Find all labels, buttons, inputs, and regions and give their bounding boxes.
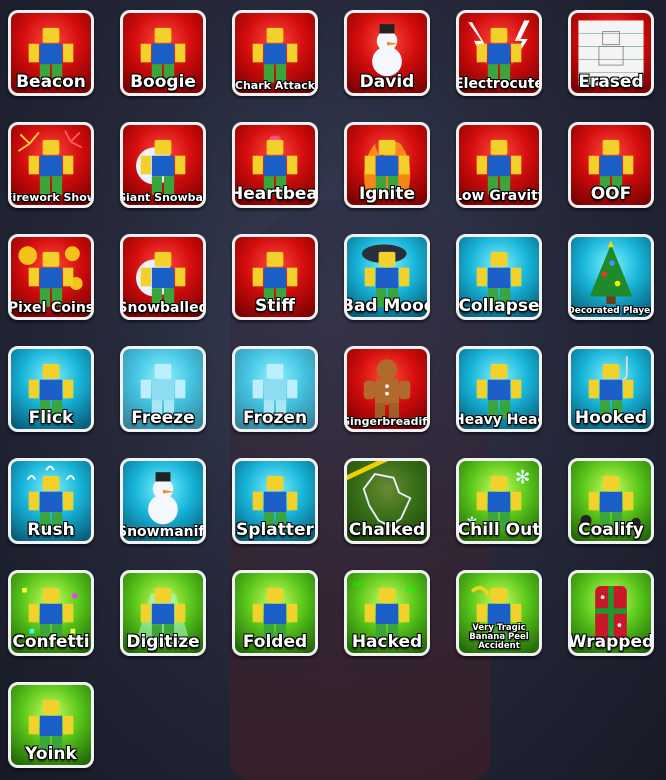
emote-label: Snowmanify: [120, 524, 205, 541]
emote-label: Giant Snowball: [120, 191, 206, 205]
emote-tile-beacon[interactable]: Beacon: [8, 10, 94, 96]
emote-label: Electrocute: [456, 76, 542, 93]
emote-label: Frozen: [242, 408, 308, 429]
emote-tile-firework-show[interactable]: Firework Show: [8, 122, 94, 208]
emote-label: David: [359, 72, 415, 93]
emote-tile-coalify[interactable]: Coalify: [568, 458, 654, 544]
emote-label: Ignite: [358, 184, 416, 205]
emote-tile-chalked[interactable]: Chalked: [344, 458, 430, 544]
emote-tile-pixel-coins[interactable]: Pixel Coins: [8, 234, 94, 320]
emote-label: Hooked: [574, 408, 648, 429]
emote-tile-bad-mood[interactable]: Bad Mood: [344, 234, 430, 320]
emote-tile-folded[interactable]: Folded: [232, 570, 318, 656]
emote-label: Low Gravity: [456, 188, 542, 205]
emote-label: Hacked: [351, 632, 423, 653]
emote-tile-chill-out[interactable]: ✻ ✻ Chill Out: [456, 458, 542, 544]
emote-tile-snowmanify[interactable]: Snowmanify: [120, 458, 206, 544]
emote-label: Chark Attack: [234, 79, 316, 93]
emote-label: Folded: [242, 632, 308, 653]
emote-tile-gingerbreadify[interactable]: Gingerbreadify: [344, 346, 430, 432]
emote-tile-wrapped[interactable]: Wrapped: [568, 570, 654, 656]
emote-tile-ignite[interactable]: Ignite: [344, 122, 430, 208]
emote-tile-heartbeat[interactable]: Heartbeat: [232, 122, 318, 208]
svg-text:010: 010: [353, 580, 365, 588]
emote-label: Very Tragic Banana Peel Accident: [469, 623, 529, 652]
emote-tile-hacked[interactable]: 010 101 Hacked: [344, 570, 430, 656]
emote-label: Yoink: [25, 744, 77, 765]
emote-label: Heavy Head: [456, 412, 542, 429]
emote-label: Stiff: [255, 296, 295, 317]
emote-tile-freeze[interactable]: Freeze: [120, 346, 206, 432]
emote-label: Coalify: [578, 520, 644, 541]
emote-tile-confetti[interactable]: Confetti: [8, 570, 94, 656]
emote-tile-heavy-head[interactable]: Heavy Head: [456, 346, 542, 432]
emote-label: Digitize: [126, 632, 200, 653]
emote-label: Bad Mood: [344, 296, 430, 317]
emote-label: Chalked: [348, 520, 426, 541]
emote-label: Beacon: [16, 72, 86, 93]
emote-tile-collapse[interactable]: Collapse: [456, 234, 542, 320]
emote-tile-chark-attack[interactable]: Chark Attack: [232, 10, 318, 96]
emote-tile-oof[interactable]: OOF: [568, 122, 654, 208]
emote-tile-low-gravity[interactable]: Low Gravity: [456, 122, 542, 208]
emote-tile-giant-snowball[interactable]: Giant Snowball: [120, 122, 206, 208]
svg-text:101: 101: [405, 586, 417, 594]
emote-label: Heartbeat: [232, 184, 318, 205]
emote-tile-electrocute[interactable]: Electrocute: [456, 10, 542, 96]
emote-label: Rush: [27, 520, 75, 541]
emote-label: Pixel Coins: [8, 300, 94, 317]
emote-tile-splatter[interactable]: Splatter: [232, 458, 318, 544]
emote-tile-rush[interactable]: Rush: [8, 458, 94, 544]
emote-tile-stiff[interactable]: Stiff: [232, 234, 318, 320]
emote-label: Chill Out: [457, 520, 541, 541]
emote-label: Snowballed: [120, 300, 206, 317]
emote-tile-david[interactable]: David: [344, 10, 430, 96]
emote-tile-frozen[interactable]: Frozen: [232, 346, 318, 432]
emote-tile-digitize[interactable]: Digitize: [120, 570, 206, 656]
emote-label: OOF: [590, 184, 632, 205]
emote-tile-boogie[interactable]: Boogie: [120, 10, 206, 96]
emote-tile-hooked[interactable]: Hooked: [568, 346, 654, 432]
emote-tile-very-tragic-banana-peel-accident[interactable]: Very Tragic Banana Peel Accident: [456, 570, 542, 656]
christmas-tree-icon: [571, 237, 651, 317]
emote-label: Decorated Player: [568, 305, 654, 316]
emote-label: Erased: [578, 72, 644, 93]
emote-grid: Beacon Boogie Chark Attack David Electroc…: [0, 0, 666, 780]
emote-label: Gingerbreadify: [344, 415, 430, 429]
emote-label: Freeze: [131, 408, 195, 429]
emote-label: Flick: [28, 408, 74, 429]
emote-tile-decorated-player[interactable]: Decorated Player: [568, 234, 654, 320]
emote-label: Firework Show: [8, 191, 94, 205]
emote-tile-yoink[interactable]: Yoink: [8, 682, 94, 768]
emote-tile-erased[interactable]: Erased: [568, 10, 654, 96]
emote-label: Splatter: [236, 520, 314, 541]
emote-tile-flick[interactable]: Flick: [8, 346, 94, 432]
emote-label: Collapse: [458, 296, 540, 317]
emote-label: Confetti: [12, 632, 90, 653]
emote-tile-snowballed[interactable]: Snowballed: [120, 234, 206, 320]
emote-label: Wrapped: [568, 632, 654, 653]
svg-text:✻: ✻: [515, 467, 531, 488]
emote-label: Boogie: [130, 72, 196, 93]
